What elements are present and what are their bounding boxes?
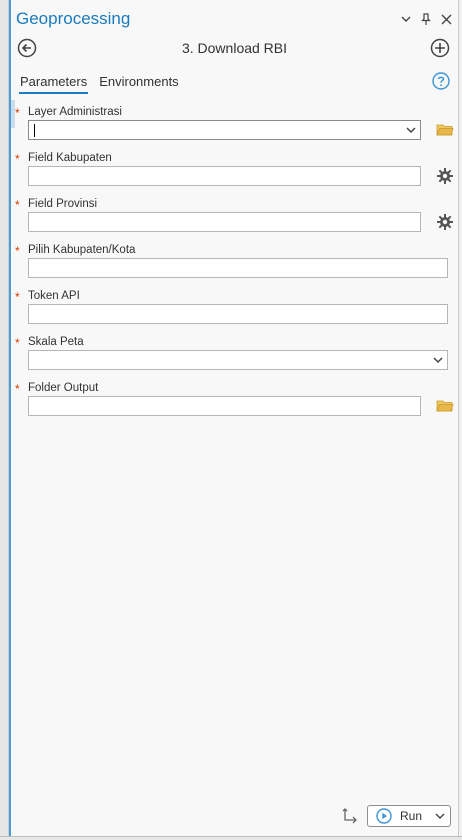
chevron-down-icon[interactable]: [434, 809, 446, 823]
tool-title: 3. Download RBI: [181, 40, 288, 56]
left-dock-strip: [0, 0, 9, 840]
param-label: Folder Output: [28, 382, 99, 394]
run-button[interactable]: Run: [367, 805, 451, 827]
text-caret: [34, 124, 35, 137]
tab-parameters[interactable]: Parameters: [19, 74, 89, 94]
close-icon[interactable]: [440, 12, 452, 26]
run-label: Run: [400, 809, 423, 823]
chevron-down-icon[interactable]: [404, 123, 418, 137]
param-token-api: * Token API: [11, 282, 458, 328]
parameter-list: * Layer Administrasi * Field Kabupaten *…: [11, 98, 458, 420]
pane-title: Geoprocessing: [16, 9, 131, 28]
folder-output-input[interactable]: [28, 396, 421, 416]
required-marker: *: [15, 198, 20, 212]
bottom-dock-tabs-edge: [0, 836, 462, 840]
required-marker: *: [15, 106, 20, 120]
param-label: Pilih Kabupaten/Kota: [28, 244, 136, 256]
param-label: Field Kabupaten: [28, 152, 112, 164]
pin-icon[interactable]: [420, 12, 432, 26]
gear-icon[interactable]: [436, 167, 454, 185]
folder-icon[interactable]: [436, 121, 454, 139]
param-label: Field Provinsi: [28, 198, 98, 210]
tab-bar: Parameters Environments: [19, 74, 180, 94]
tab-environments[interactable]: Environments: [98, 74, 179, 94]
pilih-kabupaten-kota-input[interactable]: [28, 258, 448, 278]
param-label: Token API: [28, 290, 80, 302]
folder-icon[interactable]: [436, 397, 454, 415]
chevron-down-icon[interactable]: [431, 353, 445, 367]
layer-administrasi-dropdown[interactable]: [28, 120, 421, 140]
tool-nav-row: 3. Download RBI: [11, 36, 458, 62]
skala-peta-dropdown[interactable]: [28, 350, 448, 370]
pane-titlebar: Geoprocessing: [11, 6, 458, 34]
batch-arrow-icon[interactable]: [342, 807, 360, 825]
param-folder-output: * Folder Output: [11, 374, 458, 420]
gear-icon[interactable]: [436, 213, 454, 231]
required-marker: *: [15, 336, 20, 350]
param-label: Layer Administrasi: [28, 106, 122, 118]
param-label: Skala Peta: [28, 336, 84, 348]
required-marker: *: [15, 382, 20, 396]
required-marker: *: [15, 244, 20, 258]
field-provinsi-input[interactable]: [28, 212, 421, 232]
add-plus-icon[interactable]: [430, 38, 450, 58]
geoprocessing-pane: Geoprocessing 3. Download RBI Parameters…: [9, 0, 459, 836]
required-marker: *: [15, 152, 20, 166]
pane-footer: Run: [11, 804, 458, 830]
chevron-down-icon[interactable]: [400, 12, 412, 26]
help-icon[interactable]: [432, 72, 450, 90]
param-field-provinsi: * Field Provinsi: [11, 190, 458, 236]
param-layer-administrasi: * Layer Administrasi: [11, 98, 458, 144]
param-field-kabupaten: * Field Kabupaten: [11, 144, 458, 190]
param-pilih-kabupaten-kota: * Pilih Kabupaten/Kota: [11, 236, 458, 282]
param-skala-peta: * Skala Peta: [11, 328, 458, 374]
required-marker: *: [15, 290, 20, 304]
play-icon: [376, 808, 392, 824]
field-kabupaten-input[interactable]: [28, 166, 421, 186]
token-api-input[interactable]: [28, 304, 448, 324]
